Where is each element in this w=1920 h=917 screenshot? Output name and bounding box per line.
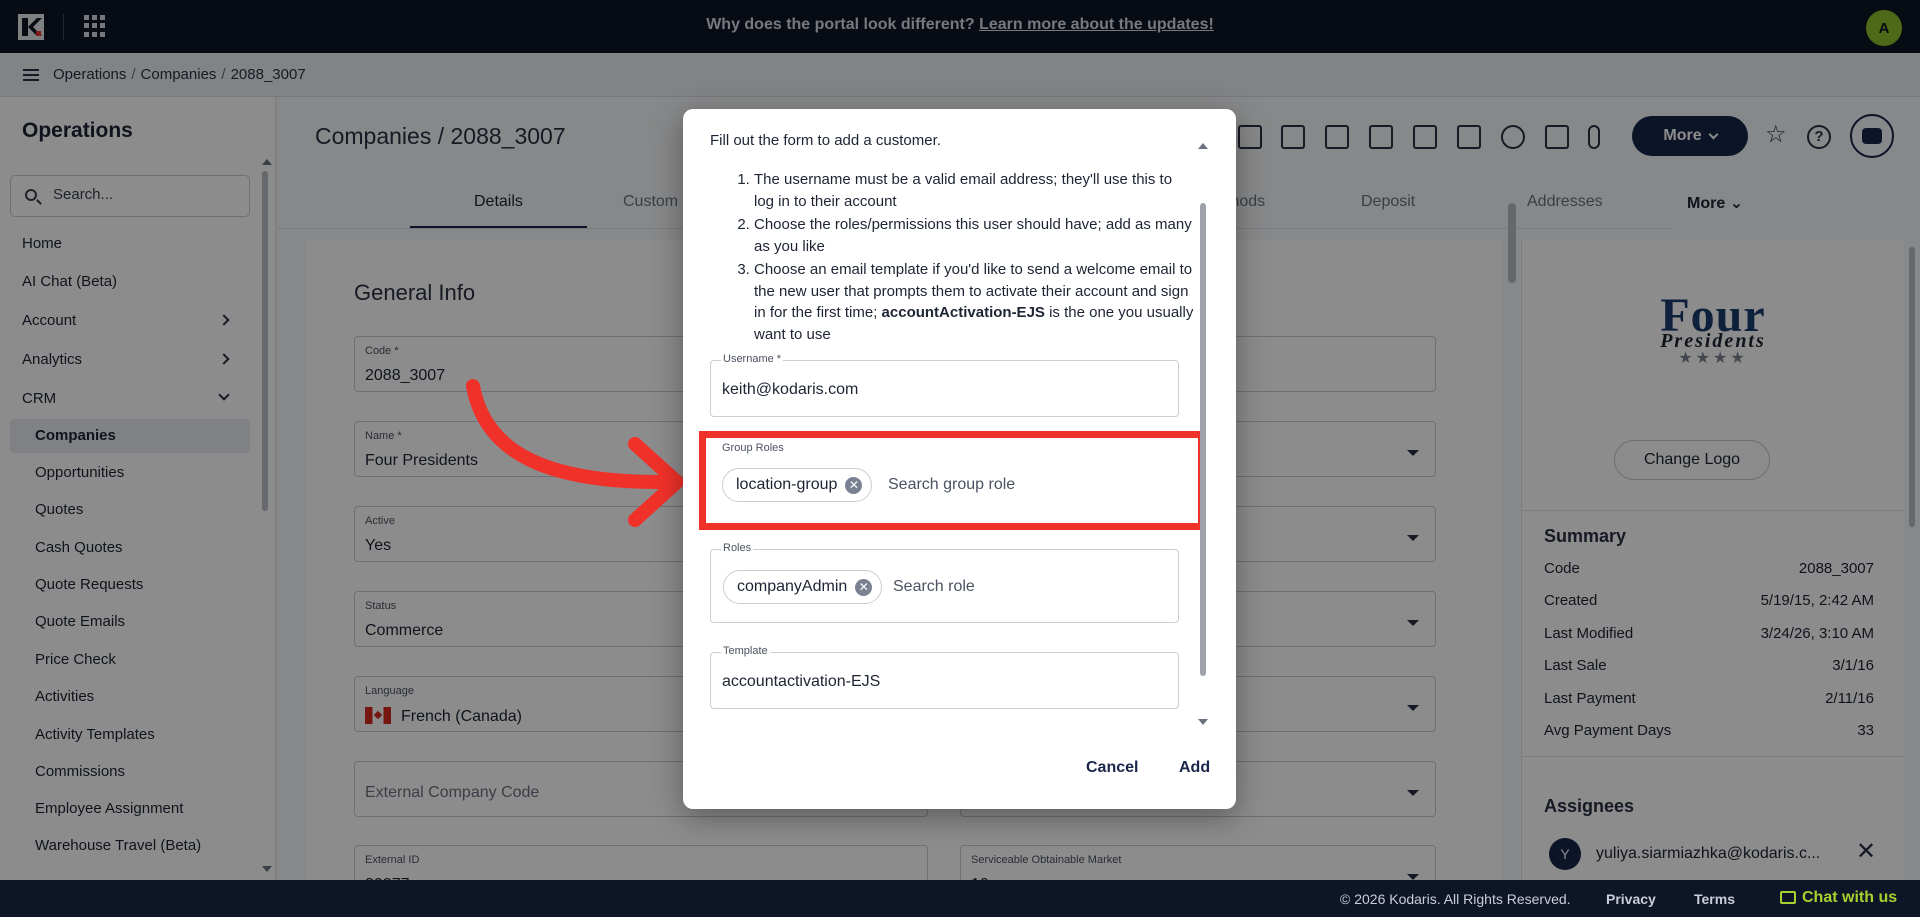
copyright: © 2026 Kodaris. All Rights Reserved. [1340, 891, 1571, 907]
dialog-intro: Fill out the form to add a customer. [710, 132, 941, 149]
role-chip: companyAdmin ✕ [723, 570, 883, 604]
field-value: keith@kodaris.com [722, 381, 859, 398]
scroll-down-arrow[interactable] [1198, 719, 1208, 725]
role-search-input[interactable] [893, 578, 1093, 596]
chat-with-us-button[interactable]: Chat with us [1780, 889, 1897, 907]
roles-field[interactable]: Roles companyAdmin ✕ [710, 542, 1179, 623]
template-field[interactable]: Template accountactivation-EJS [710, 645, 1179, 709]
terms-link[interactable]: Terms [1694, 891, 1735, 907]
instruction-step: Choose an email template if you'd like t… [754, 259, 1195, 345]
remove-chip-icon[interactable]: ✕ [855, 579, 873, 596]
field-label: Template [721, 645, 770, 657]
field-label: Username * [721, 353, 784, 365]
field-value: accountactivation-EJS [722, 673, 881, 690]
footer: © 2026 Kodaris. All Rights Reserved. Pri… [0, 880, 1920, 917]
add-customer-dialog: Fill out the form to add a customer. The… [683, 109, 1236, 809]
cancel-button[interactable]: Cancel [1086, 759, 1138, 777]
chat-label: Chat with us [1802, 889, 1898, 906]
dialog-scrollbar[interactable] [1200, 203, 1206, 676]
dialog-instructions: The username must be a valid email addre… [710, 169, 1195, 347]
chat-icon [1780, 891, 1796, 904]
username-field[interactable]: Username * keith@kodaris.com [710, 353, 1179, 417]
highlight-annotation [699, 431, 1205, 530]
privacy-link[interactable]: Privacy [1606, 891, 1656, 907]
field-label: Roles [721, 542, 754, 554]
add-button[interactable]: Add [1179, 759, 1210, 777]
annotation-arrow [466, 379, 684, 527]
scroll-up-arrow[interactable] [1198, 143, 1208, 149]
instruction-step: The username must be a valid email addre… [754, 169, 1195, 212]
instruction-bold: accountActivation-EJS [881, 304, 1045, 321]
chip-label: companyAdmin [737, 578, 848, 595]
instruction-step: Choose the roles/permissions this user s… [754, 214, 1195, 257]
